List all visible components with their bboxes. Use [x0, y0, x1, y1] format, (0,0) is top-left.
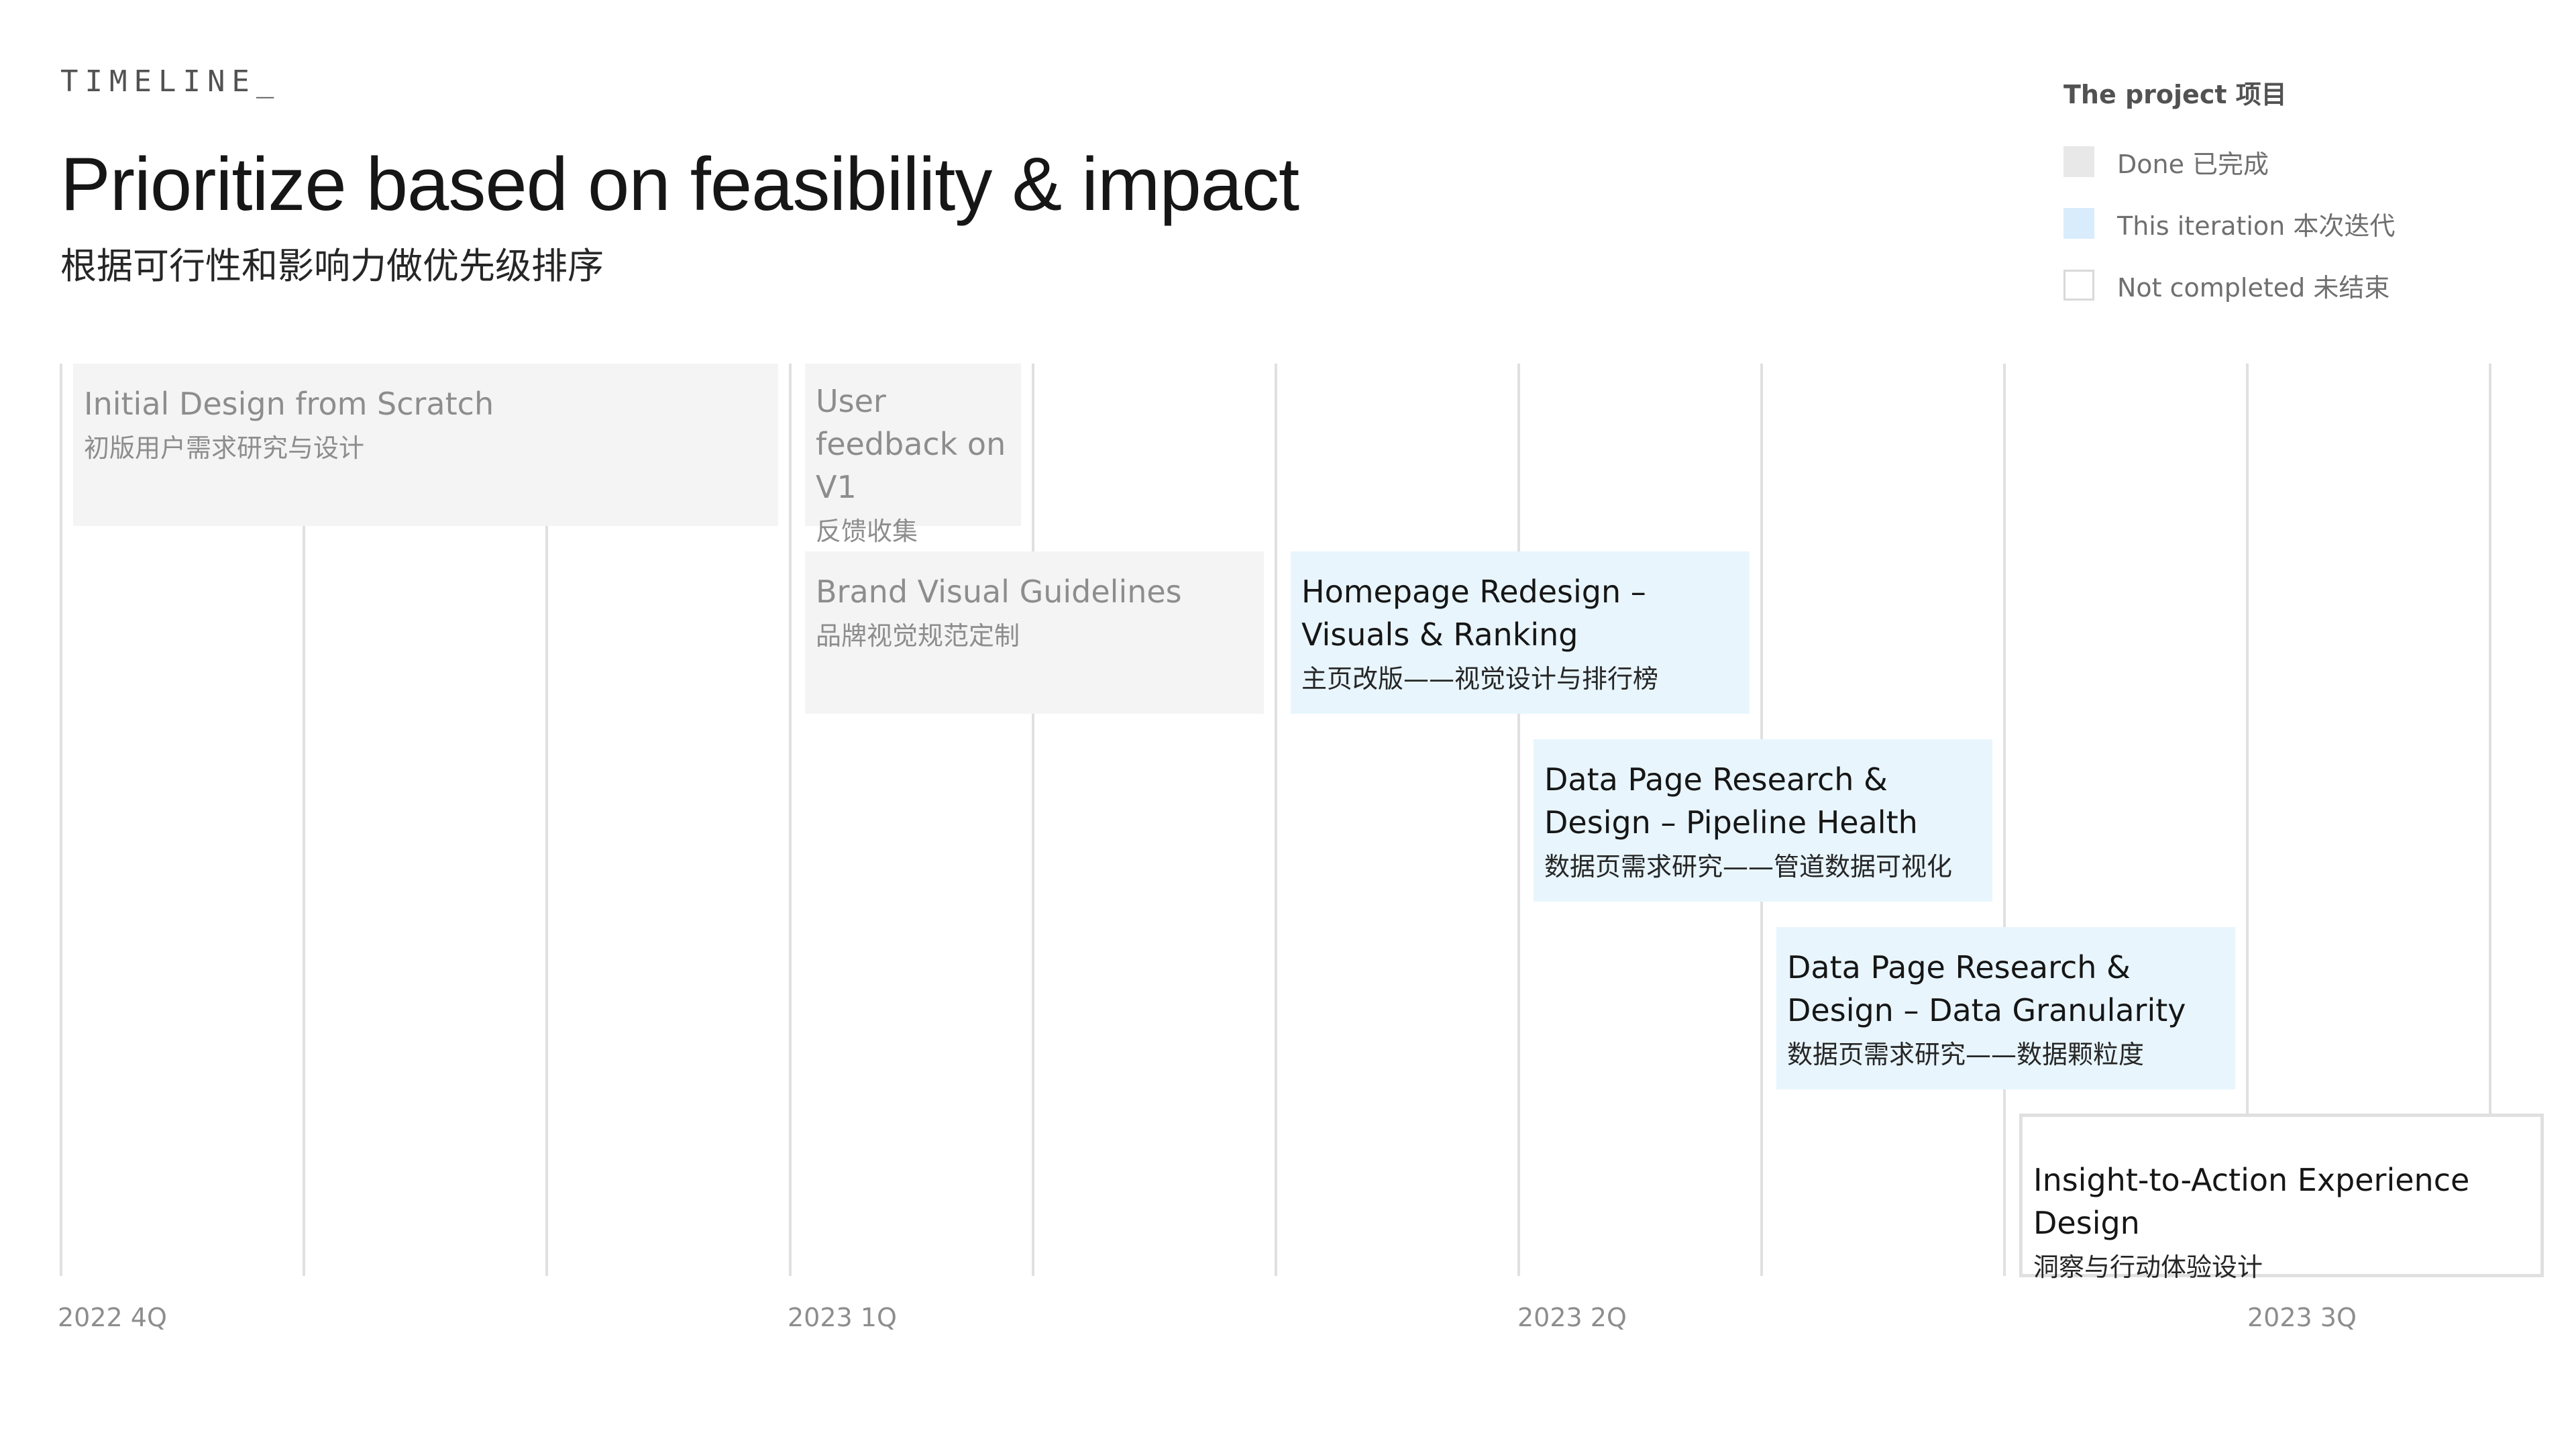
task-subtitle: 主页改版——视觉设计与排行榜 [1301, 664, 1659, 694]
task-bar: Brand Visual Guidelines 品牌视觉规范定制 [805, 551, 1264, 714]
task-bar: Data Page Research & Design – Data Granu… [1776, 927, 2235, 1089]
task-title: Brand Visual Guidelines [816, 574, 1182, 610]
task-bar: User feedback on V1 反馈收集 [805, 364, 1021, 546]
task-title: User feedback on V1 [816, 383, 1006, 505]
gridline [2003, 364, 2006, 1276]
task-subtitle: 初版用户需求研究与设计 [84, 433, 365, 463]
timeline-chart: Initial Design from Scratch 初版用户需求研究与设计 … [0, 0, 2576, 1449]
axis-label-quarter: 2023 1Q [788, 1303, 897, 1332]
task-title: Insight-to-Action Experience Design [2033, 1162, 2470, 1241]
gridline [1517, 364, 1520, 1276]
task-title: Initial Design from Scratch [84, 386, 494, 422]
task-bar: Insight-to-Action Experience Design 洞察与行… [2019, 1114, 2544, 1282]
gridline [60, 364, 62, 1276]
task-subtitle: 数据页需求研究——管道数据可视化 [1544, 852, 1953, 881]
task-bar: Data Page Research & Design – Pipeline H… [1534, 739, 1992, 902]
task-subtitle: 数据页需求研究——数据颗粒度 [1787, 1040, 2145, 1069]
task-title: Data Page Research & Design – Pipeline H… [1544, 761, 1918, 841]
axis-label-quarter: 2023 2Q [1517, 1303, 1627, 1332]
task-title: Homepage Redesign – Visuals & Ranking [1301, 574, 1646, 653]
task-bar: Initial Design from Scratch 初版用户需求研究与设计 [73, 364, 778, 526]
task-bar: Homepage Redesign – Visuals & Ranking 主页… [1291, 551, 1750, 714]
axis-label-quarter: 2022 4Q [58, 1303, 167, 1332]
task-title: Data Page Research & Design – Data Granu… [1787, 949, 2186, 1028]
axis-label-quarter: 2023 3Q [2247, 1303, 2357, 1332]
task-subtitle: 反馈收集 [816, 517, 918, 546]
task-subtitle: 品牌视觉规范定制 [816, 621, 1020, 651]
gridline [1032, 364, 1034, 1276]
task-subtitle: 洞察与行动体验设计 [2033, 1252, 2263, 1282]
gridline [1275, 364, 1277, 1276]
gridline [789, 364, 792, 1276]
